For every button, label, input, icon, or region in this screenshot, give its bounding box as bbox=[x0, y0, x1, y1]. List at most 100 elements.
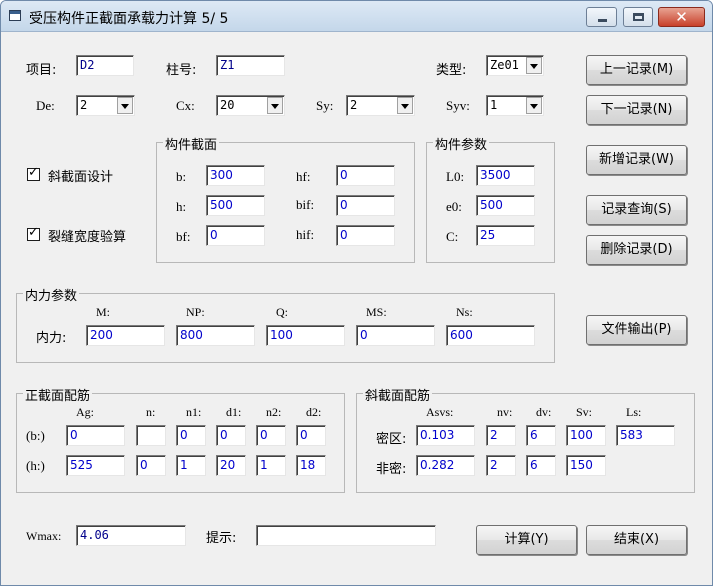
app-icon bbox=[9, 10, 21, 21]
minimize-icon bbox=[598, 19, 607, 22]
next-record-button[interactable]: 下一记录(N) bbox=[586, 95, 687, 125]
syv-select[interactable]: 1 bbox=[486, 95, 544, 116]
calculate-button[interactable]: 计算(Y) bbox=[476, 525, 577, 555]
query-record-button[interactable]: 记录查询(S) bbox=[586, 195, 687, 225]
bf-field[interactable]: 0 bbox=[206, 225, 265, 246]
d2-header: d2: bbox=[306, 405, 322, 419]
d2-b-field[interactable]: 0 bbox=[296, 425, 326, 446]
n1-h-field[interactable]: 1 bbox=[176, 455, 206, 476]
sv-dense-field[interactable]: 100 bbox=[566, 425, 606, 446]
wmax-label: Wmax: bbox=[26, 529, 62, 543]
minimize-button[interactable] bbox=[586, 7, 617, 27]
ag-header: Ag: bbox=[76, 405, 94, 419]
b-field[interactable]: 300 bbox=[206, 165, 265, 186]
cx-label: Cx: bbox=[176, 98, 195, 113]
e0-label: e0: bbox=[446, 199, 462, 214]
asvs-sparse-field[interactable]: 0.282 bbox=[416, 455, 475, 476]
dv-sparse-field[interactable]: 6 bbox=[526, 455, 556, 476]
type-value: Ze01 bbox=[490, 58, 519, 72]
params-group-title: 构件参数 bbox=[433, 134, 490, 153]
m-field[interactable]: 200 bbox=[86, 325, 165, 346]
ms-header: MS: bbox=[366, 305, 387, 319]
np-field[interactable]: 800 bbox=[176, 325, 255, 346]
column-label: 柱号: bbox=[166, 63, 197, 78]
normal-rebar-title: 正截面配筋 bbox=[23, 385, 93, 404]
prev-record-button[interactable]: 上一记录(M) bbox=[586, 55, 687, 85]
ls-dense-field[interactable]: 583 bbox=[616, 425, 675, 446]
hf-field[interactable]: 0 bbox=[336, 165, 395, 186]
de-label: De: bbox=[36, 98, 55, 113]
ms-field[interactable]: 0 bbox=[356, 325, 435, 346]
n2-h-field[interactable]: 1 bbox=[256, 455, 286, 476]
type-label: 类型: bbox=[436, 63, 467, 78]
column-field[interactable]: Z1 bbox=[216, 55, 285, 76]
asvs-dense-field[interactable]: 0.103 bbox=[416, 425, 475, 446]
sv-sparse-field[interactable]: 150 bbox=[566, 455, 606, 476]
close-button[interactable]: ✕ bbox=[658, 7, 705, 27]
n2-b-field[interactable]: 0 bbox=[256, 425, 286, 446]
c-field[interactable]: 25 bbox=[476, 225, 535, 246]
d1-b-field[interactable]: 0 bbox=[216, 425, 246, 446]
hint-field[interactable] bbox=[256, 525, 436, 546]
dv-header: dv: bbox=[536, 405, 552, 419]
h-label: h: bbox=[176, 199, 187, 214]
d1-h-field[interactable]: 20 bbox=[216, 455, 246, 476]
maximize-button[interactable] bbox=[623, 7, 653, 27]
n-b-field[interactable] bbox=[136, 425, 166, 446]
dv-dense-field[interactable]: 6 bbox=[526, 425, 556, 446]
hif-label: hif: bbox=[296, 227, 315, 242]
ag-b-field[interactable]: 0 bbox=[66, 425, 125, 446]
np-header: NP: bbox=[186, 305, 205, 319]
hf-label: hf: bbox=[296, 169, 311, 184]
ns-field[interactable]: 600 bbox=[446, 325, 535, 346]
chevron-down-icon[interactable] bbox=[397, 97, 413, 114]
chevron-down-icon[interactable] bbox=[267, 97, 283, 114]
section-group-title: 构件截面 bbox=[163, 134, 220, 153]
project-label: 项目: bbox=[26, 63, 57, 78]
e0-field[interactable]: 500 bbox=[476, 195, 535, 216]
nv-dense-field[interactable]: 2 bbox=[486, 425, 516, 446]
chevron-down-icon[interactable] bbox=[117, 97, 133, 114]
l0-field[interactable]: 3500 bbox=[476, 165, 535, 186]
project-field[interactable]: D2 bbox=[76, 55, 134, 76]
add-record-button[interactable]: 新增记录(W) bbox=[586, 145, 687, 175]
nv-sparse-field[interactable]: 2 bbox=[486, 455, 516, 476]
bif-label: bif: bbox=[296, 197, 315, 212]
crack-width-label: 裂缝宽度验算 bbox=[48, 230, 127, 245]
forces-row-label: 内力: bbox=[36, 331, 67, 346]
sy-select[interactable]: 2 bbox=[346, 95, 415, 116]
h-field[interactable]: 500 bbox=[206, 195, 265, 216]
delete-record-button[interactable]: 删除记录(D) bbox=[586, 235, 687, 265]
type-select[interactable]: Ze01 bbox=[486, 55, 544, 76]
sy-label: Sy: bbox=[316, 98, 334, 113]
window-title: 受压构件正截面承载力计算 5/ 5 bbox=[29, 11, 229, 27]
q-header: Q: bbox=[276, 305, 288, 319]
d2-h-field[interactable]: 18 bbox=[296, 455, 326, 476]
n1-b-field[interactable]: 0 bbox=[176, 425, 206, 446]
ls-header: Ls: bbox=[626, 405, 642, 419]
oblique-design-checkbox[interactable] bbox=[27, 165, 40, 181]
cx-select[interactable]: 20 bbox=[216, 95, 285, 116]
q-field[interactable]: 100 bbox=[266, 325, 345, 346]
hint-label: 提示: bbox=[206, 531, 237, 546]
n2-header: n2: bbox=[266, 405, 282, 419]
close-icon: ✕ bbox=[675, 8, 688, 26]
export-file-button[interactable]: 文件输出(P) bbox=[586, 315, 687, 345]
maximize-icon bbox=[633, 13, 644, 21]
de-select[interactable]: 2 bbox=[76, 95, 135, 116]
chevron-down-icon[interactable] bbox=[526, 57, 542, 74]
ag-h-field[interactable]: 525 bbox=[66, 455, 125, 476]
oblique-design-label: 斜截面设计 bbox=[48, 170, 114, 185]
n-h-field[interactable]: 0 bbox=[136, 455, 166, 476]
dense-row-label: 密区: bbox=[376, 432, 407, 447]
hif-field[interactable]: 0 bbox=[336, 225, 395, 246]
sparse-row-label: 非密: bbox=[376, 462, 407, 477]
bf-label: bf: bbox=[176, 229, 191, 244]
crack-width-checkbox[interactable] bbox=[27, 225, 40, 241]
finish-button[interactable]: 结束(X) bbox=[586, 525, 687, 555]
chevron-down-icon[interactable] bbox=[526, 97, 542, 114]
ns-header: Ns: bbox=[456, 305, 473, 319]
wmax-field[interactable]: 4.06 bbox=[76, 525, 186, 546]
bif-field[interactable]: 0 bbox=[336, 195, 395, 216]
c-label: C: bbox=[446, 229, 459, 244]
